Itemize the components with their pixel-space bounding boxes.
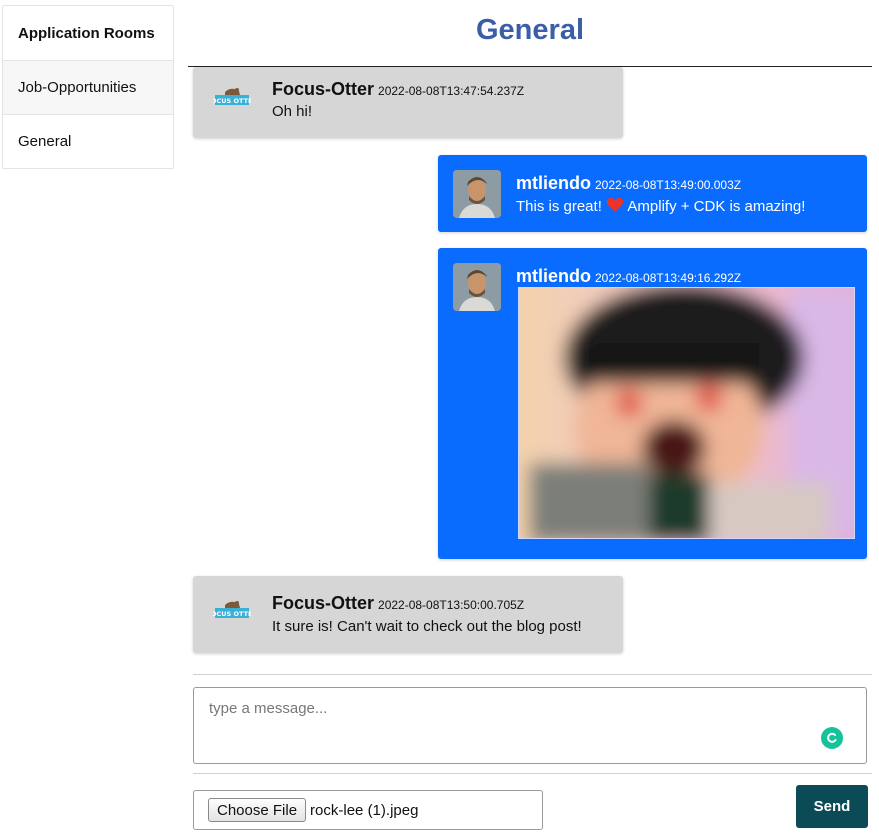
attached-image[interactable] [518,287,855,539]
message-item: FOCUS OTTER Focus-Otter2022-08-08T13:47:… [193,67,623,138]
message-timestamp: 2022-08-08T13:50:00.705Z [378,598,525,612]
message-text: This is great! Amplify + CDK is amazing! [516,197,806,215]
message-input[interactable] [193,687,867,764]
message-text: It sure is! Can't wait to check out the … [272,618,582,635]
focus-otter-logo-icon: FOCUS OTTER [213,601,251,618]
message-author: mtliendo [516,266,591,286]
grammar-assistant-icon[interactable] [821,727,843,749]
grammar-assistant-glyph [827,732,837,743]
user-avatar [453,263,501,311]
composer-divider [193,773,872,774]
selected-file-name: rock-lee (1).jpeg [310,801,419,819]
composer-divider [193,674,872,675]
message-item: FOCUS OTTER Focus-Otter2022-08-08T13:50:… [193,576,623,653]
choose-file-button[interactable]: Choose File [208,798,307,822]
svg-text:FOCUS OTTER: FOCUS OTTER [213,610,251,618]
message-timestamp: 2022-08-08T13:47:54.237Z [378,84,525,98]
message-timestamp: 2022-08-08T13:49:00.003Z [595,178,742,192]
sidebar-item-job-opportunities[interactable]: Job-Opportunities [3,61,173,115]
send-button[interactable]: Send [796,785,868,828]
message-author: Focus-Otter [272,593,375,613]
sidebar-item-general[interactable]: General [3,115,173,168]
sidebar-heading: Application Rooms [3,6,173,61]
rooms-sidebar: Application Rooms Job-Opportunities Gene… [2,5,174,169]
page-title: General [476,14,584,46]
message-timestamp: 2022-08-08T13:49:16.292Z [595,271,742,285]
svg-text:FOCUS OTTER: FOCUS OTTER [213,97,251,105]
message-author: Focus-Otter [272,79,375,99]
file-input[interactable]: Choose File rock-lee (1).jpeg [193,790,543,830]
user-avatar [453,170,501,218]
message-author: mtliendo [516,173,591,193]
message-item: mtliendo 2022-08-08T13:49:16.292Z [438,248,867,559]
focus-otter-logo-icon: FOCUS OTTER [213,88,251,105]
heart-icon [606,197,624,212]
message-item: mtliendo 2022-08-08T13:49:00.003Z This is… [438,155,867,232]
message-text: Oh hi! [272,103,313,120]
